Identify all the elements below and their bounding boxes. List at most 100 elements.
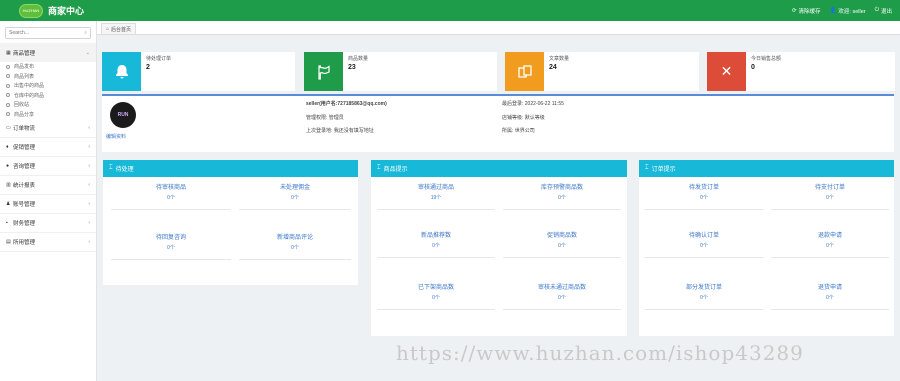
stat-value: 2 <box>146 64 150 71</box>
sidebar-group-promotion[interactable]: ♦ 促销管理 ‹ <box>0 138 96 157</box>
search-box: ⌕ <box>5 27 91 39</box>
sidebar-group-other[interactable]: ▤ 所用管理 ‹ <box>0 233 96 252</box>
circle-icon <box>6 74 10 79</box>
stat-label: 商品数量 <box>348 56 369 62</box>
cell-value: 19个 <box>430 195 442 201</box>
stat-label: 待处理订单 <box>146 56 172 62</box>
home-icon: ⌂ <box>106 26 110 32</box>
tab-bar: ⌂ 后台首页 <box>97 21 900 35</box>
cell-pending-review[interactable]: 待审核商品 0个 <box>111 182 231 210</box>
cell-value: 0个 <box>432 295 440 301</box>
sidebar-group-label: 商品管理 <box>13 50 36 57</box>
stat-label: 文章数量 <box>549 56 570 62</box>
chat-icon: ● <box>6 163 10 169</box>
clear-cache-button[interactable]: ⟳ 清除缓存 <box>792 7 821 15</box>
cell-approved-products[interactable]: 审核通过商品 19个 <box>377 182 495 210</box>
user-icon: 👤 <box>829 7 837 14</box>
cell-value: 0个 <box>700 295 708 301</box>
avatar: RUN <box>110 102 136 128</box>
cell-new-comments[interactable]: 新增商品评论 0个 <box>239 232 351 260</box>
cell-value: 0个 <box>826 195 834 201</box>
sidebar-group-label: 统计报表 <box>13 183 36 189</box>
sidebar-group-label: 咨询管理 <box>13 164 36 170</box>
user-menu[interactable]: 👤 欢迎: seller <box>830 7 866 15</box>
sidebar-item-warehouse[interactable]: 仓库中的商品 <box>0 91 96 101</box>
cell-label: 已下架商品数 <box>417 285 454 291</box>
sidebar-item-recycle[interactable]: 回收站 <box>0 100 96 110</box>
cell-pending-consult[interactable]: 待回复咨询 0个 <box>111 232 231 260</box>
circle-icon <box>6 112 10 117</box>
cell-label: 审核通过商品 <box>417 185 454 191</box>
edit-profile-link[interactable]: 编辑资料 <box>106 133 126 140</box>
divider <box>645 209 763 210</box>
divider <box>503 209 621 210</box>
cell-value: 0个 <box>291 195 299 201</box>
clear-cache-label: 清除缓存 <box>798 8 821 15</box>
sidebar-item-on-sale[interactable]: 出售中的商品 <box>0 81 96 91</box>
sidebar-group-label: 账号管理 <box>13 202 36 208</box>
sidebar-group-consult[interactable]: ● 咨询管理 ‹ <box>0 157 96 176</box>
cell-new-recommend[interactable]: 新品推荐数 0个 <box>377 230 495 258</box>
tab-home[interactable]: ⌂ 后台首页 <box>101 23 137 34</box>
cell-pending-commission[interactable]: 未处理佣金 0个 <box>239 182 351 210</box>
stat-card-pending-orders[interactable]: 待处理订单 2 <box>102 52 295 91</box>
circle-icon <box>6 102 10 107</box>
chevron-left-icon: ‹ <box>88 201 90 207</box>
cell-value: 0个 <box>558 243 566 249</box>
stat-card-products[interactable]: 商品数量 23 <box>304 52 497 91</box>
cell-label: 新增商品评论 <box>276 235 313 241</box>
stat-card-articles[interactable]: 文章数量 24 <box>505 52 699 91</box>
sidebar-group-label: 财务管理 <box>13 221 36 227</box>
tasks-icon: ⌶ <box>377 165 381 171</box>
cell-value: 0个 <box>826 243 834 249</box>
cell-label: 审核未通过商品数 <box>537 285 586 291</box>
sidebar-group-orders[interactable]: ▭ 订单物流 ‹ <box>0 119 96 138</box>
cell-return-request[interactable]: 退货申请 0个 <box>771 282 889 310</box>
cell-rejected-products[interactable]: 审核未通过商品数 0个 <box>503 282 621 310</box>
cell-stock-alert[interactable]: 库存预警商品数 0个 <box>503 182 621 210</box>
tasks-icon: ⌶ <box>645 165 649 171</box>
panel-title: 商品提示 <box>383 167 408 173</box>
sidebar-group-finance[interactable]: ▪ 财务管理 ‹ <box>0 214 96 233</box>
cell-value: 0个 <box>700 195 708 201</box>
chevron-left-icon: ‹ <box>88 182 90 188</box>
cell-partial-ship[interactable]: 部分发货订单 0个 <box>645 282 763 310</box>
cell-label: 待确认订单 <box>688 233 719 239</box>
sidebar-item-share[interactable]: 商品分享 <box>0 110 96 120</box>
cell-off-shelf[interactable]: 已下架商品数 0个 <box>377 282 495 310</box>
search-icon[interactable]: ⌕ <box>84 30 87 36</box>
divider <box>377 257 495 258</box>
bell-icon <box>102 52 141 91</box>
cell-label: 库存预警商品数 <box>540 185 583 191</box>
divider <box>771 209 889 210</box>
sidebar-group-account[interactable]: ♟ 账号管理 ‹ <box>0 195 96 214</box>
divider <box>377 209 495 210</box>
sidebar: ⌕ ▦ 商品管理 ⌄ 商品发布 商品列表 出售中的商品 仓库中的商品 回收站 商… <box>0 21 97 381</box>
cell-to-ship[interactable]: 待发货订单 0个 <box>645 182 763 210</box>
chevron-left-icon: ‹ <box>88 144 90 150</box>
panel-title: 待处理 <box>115 167 134 173</box>
sidebar-item-label: 商品发布 <box>14 64 35 71</box>
cell-to-pay[interactable]: 待支付订单 0个 <box>771 182 889 210</box>
logout-button[interactable]: ⏻ 退出 <box>875 7 892 15</box>
divider <box>503 257 621 258</box>
sidebar-group-products[interactable]: ▦ 商品管理 ⌄ <box>0 43 96 62</box>
cell-refund-request[interactable]: 退款申请 0个 <box>771 230 889 258</box>
sidebar-item-label: 商品列表 <box>14 73 35 80</box>
sidebar-item-list[interactable]: 商品列表 <box>0 72 96 82</box>
main-content: ⌂ 后台首页 待处理订单 2 商品数量 23 文章数量 24 ✕ 今日销售总额 0 RUN… <box>97 21 900 381</box>
welcome-label: 欢迎: seller <box>838 8 866 15</box>
cell-to-confirm[interactable]: 待确认订单 0个 <box>645 230 763 258</box>
seller-location: 上次登录地: 我还没有填写地址 <box>306 128 374 134</box>
app-title: 商家中心 <box>48 6 85 16</box>
sidebar-item-publish[interactable]: 商品发布 <box>0 62 96 72</box>
cell-promo-products[interactable]: 促销商品数 0个 <box>503 230 621 258</box>
sidebar-group-stats[interactable]: ▥ 统计报表 ‹ <box>0 176 96 195</box>
sidebar-submenu: 商品发布 商品列表 出售中的商品 仓库中的商品 回收站 商品分享 <box>0 62 96 119</box>
card-icon: ▭ <box>6 125 11 131</box>
copy-icon <box>505 52 544 91</box>
circle-icon <box>6 93 10 98</box>
search-input[interactable] <box>9 30 85 36</box>
stat-card-sales[interactable]: ✕ 今日销售总额 0 <box>707 52 895 91</box>
cell-label: 促销商品数 <box>546 233 577 239</box>
